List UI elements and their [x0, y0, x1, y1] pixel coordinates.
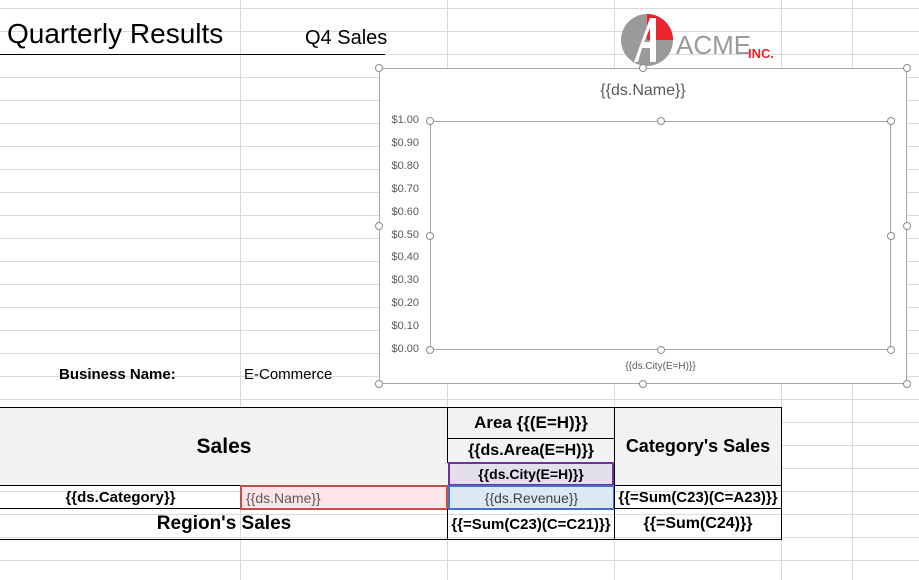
region-sum-text: {{=Sum(C23)(C=C21)}}: [451, 515, 611, 533]
category-sales-header-cell[interactable]: Category's Sales: [614, 407, 782, 486]
category-field-text: {{ds.Category}}: [65, 488, 176, 506]
city-field-text: {{ds.City(E=H)}}: [478, 466, 584, 482]
resize-handle[interactable]: [903, 64, 911, 72]
resize-handle[interactable]: [903, 222, 911, 230]
y-tick-label: $0.10: [391, 320, 419, 333]
resize-handle[interactable]: [639, 380, 647, 388]
resize-handle[interactable]: [657, 346, 665, 354]
business-name-label: Business Name:: [59, 366, 176, 383]
area-header-text: Area {{(E=H)}}: [474, 413, 588, 432]
sheet-title[interactable]: Quarterly Results: [7, 18, 223, 50]
sales-header-cell[interactable]: Sales: [0, 407, 448, 486]
chart-plot-area[interactable]: [430, 121, 891, 350]
resize-handle[interactable]: [887, 346, 895, 354]
logo-brand-text: ACME: [676, 30, 751, 60]
region-sales-label-cell[interactable]: Region's Sales: [0, 509, 448, 540]
resize-handle[interactable]: [375, 380, 383, 388]
resize-handle[interactable]: [375, 222, 383, 230]
revenue-field-text: {{ds.Revenue}}: [484, 489, 579, 506]
category-sum-cell[interactable]: {{=Sum(C23)(C=A23)}}: [614, 486, 782, 509]
y-tick-label: $0.30: [391, 274, 419, 287]
category-sales-header-text: Category's Sales: [625, 436, 771, 456]
y-tick-label: $0.40: [391, 251, 419, 264]
x-axis-category-label: {{ds.City(E=H)}}: [625, 361, 696, 372]
region-sum-cell[interactable]: {{=Sum(C23)(C=C21)}}: [447, 509, 615, 540]
sheet-subtitle[interactable]: Q4 Sales: [305, 27, 387, 50]
name-field-cell[interactable]: {{ds.Name}}: [240, 485, 448, 510]
resize-handle[interactable]: [887, 232, 895, 240]
resize-handle[interactable]: [657, 117, 665, 125]
y-tick-label: $0.90: [391, 136, 419, 149]
area-field-text: {{ds.Area(E=H)}}: [468, 441, 594, 459]
y-tick-label: $0.80: [391, 159, 419, 172]
category-field-cell[interactable]: {{ds.Category}}: [0, 486, 241, 509]
resize-handle[interactable]: [426, 346, 434, 354]
grand-sum-text: {{=Sum(C24)}}: [643, 515, 753, 532]
y-tick-label: $0.50: [391, 228, 419, 241]
city-field-cell[interactable]: {{ds.City(E=H)}}: [448, 462, 614, 486]
resize-handle[interactable]: [903, 380, 911, 388]
y-tick-label: $0.60: [391, 205, 419, 218]
logo-suffix-text: INC.: [748, 46, 774, 61]
revenue-field-cell[interactable]: {{ds.Revenue}}: [448, 485, 615, 510]
name-field-text: {{ds.Name}}: [246, 489, 321, 506]
sales-header-text: Sales: [196, 434, 252, 458]
resize-handle[interactable]: [887, 117, 895, 125]
business-name-value[interactable]: E-Commerce: [244, 366, 332, 383]
region-sales-label-text: Region's Sales: [156, 513, 292, 534]
resize-handle[interactable]: [426, 117, 434, 125]
y-tick-label: $0.00: [391, 343, 419, 355]
title-underline: [0, 54, 385, 55]
chart-title[interactable]: {{ds.Name}}: [380, 82, 906, 100]
y-tick-label: $0.70: [391, 182, 419, 195]
y-tick-label: $1.00: [391, 114, 419, 126]
acme-logo[interactable]: ACME INC.: [620, 12, 790, 68]
resize-handle[interactable]: [375, 64, 383, 72]
area-field-cell[interactable]: {{ds.Area(E=H)}}: [447, 438, 615, 463]
area-header-cell[interactable]: Area {{(E=H)}}: [447, 407, 615, 439]
category-sum-text: {{=Sum(C23)(C=A23)}}: [618, 488, 778, 506]
resize-handle[interactable]: [426, 232, 434, 240]
y-tick-label: $0.20: [391, 297, 419, 310]
resize-handle[interactable]: [639, 64, 647, 72]
grand-sum-cell[interactable]: {{=Sum(C24)}}: [614, 509, 782, 540]
